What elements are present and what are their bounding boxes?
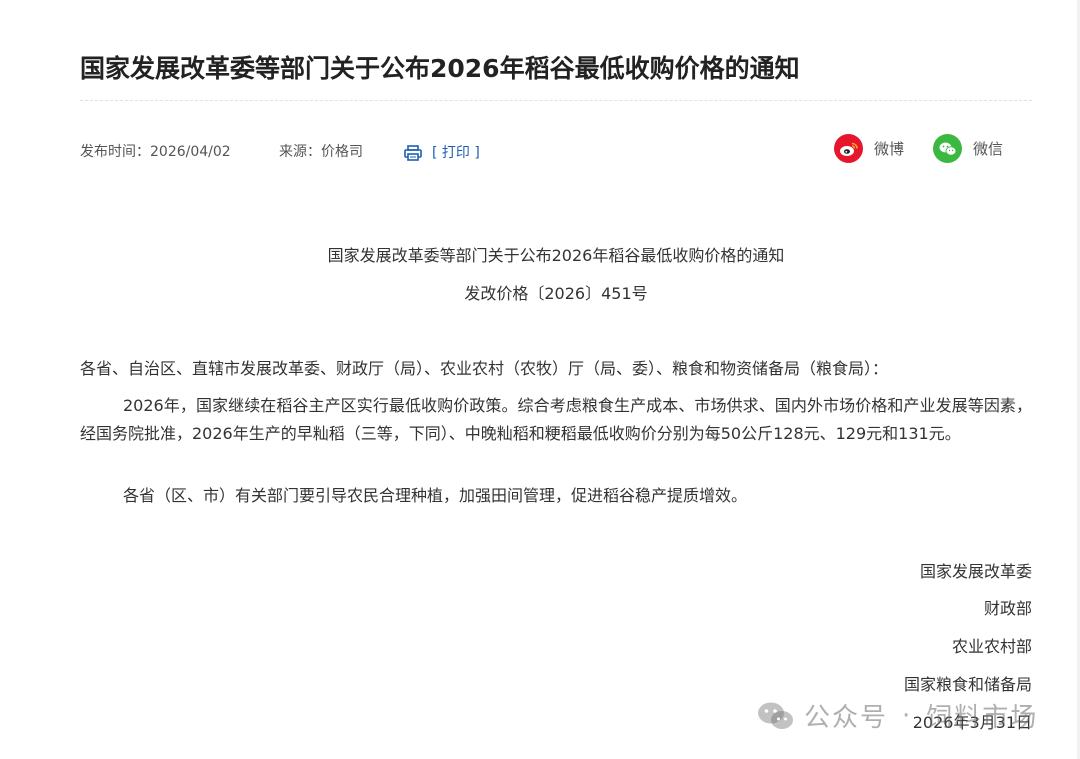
weibo-icon [834, 134, 863, 163]
signature-ndrc: 国家发展改革委 [919, 562, 1032, 581]
wechat-watermark-icon [758, 702, 793, 729]
weibo-label: 微博 [874, 140, 905, 158]
page-title: 国家发展改革委等部门关于公布2026年稻谷最低收购价格的通知 [80, 53, 800, 83]
addressee-line: 各省、自治区、直辖市发展改革委、财政厅（局）、农业农村（农牧）厅（局、委）、粮食… [80, 359, 889, 378]
wechat-icon [933, 134, 962, 163]
print-label: [ 打印 ] [432, 145, 480, 161]
signature-moa: 农业农村部 [951, 637, 1032, 656]
signature-grain-bureau: 国家粮食和储备局 [903, 675, 1032, 694]
document-number: 发改价格〔2026〕451号 [464, 284, 648, 303]
watermark-separator: · [902, 700, 913, 731]
share-wechat-button[interactable]: 微信 [933, 134, 1003, 163]
publish-date: 发布时间：2026/04/02 [80, 144, 231, 160]
print-button[interactable]: [ 打印 ] [404, 143, 480, 163]
share-weibo-button[interactable]: 微博 [834, 134, 904, 163]
printer-icon [404, 145, 422, 161]
body-paragraph-2: 各省（区、市）有关部门要引导农民合理种植，加强田间管理，促进稻谷稳产提质增效。 [123, 486, 748, 505]
watermark: 公众号 · 饲料市场 [756, 697, 1038, 734]
wechat-label: 微信 [973, 140, 1004, 158]
source-label: 来源：价格司 [279, 144, 363, 160]
watermark-platform: 公众号 [804, 703, 889, 733]
title-divider [80, 100, 1032, 101]
signature-mof: 财政部 [983, 599, 1032, 618]
document-heading: 国家发展改革委等部门关于公布2026年稻谷最低收购价格的通知 [327, 246, 785, 265]
body-paragraph-1: 2026年，国家继续在稻谷主产区实行最低收购价政策。综合考虑粮食生产成本、市场供… [80, 396, 1032, 443]
watermark-account: 饲料市场 [926, 703, 1039, 733]
